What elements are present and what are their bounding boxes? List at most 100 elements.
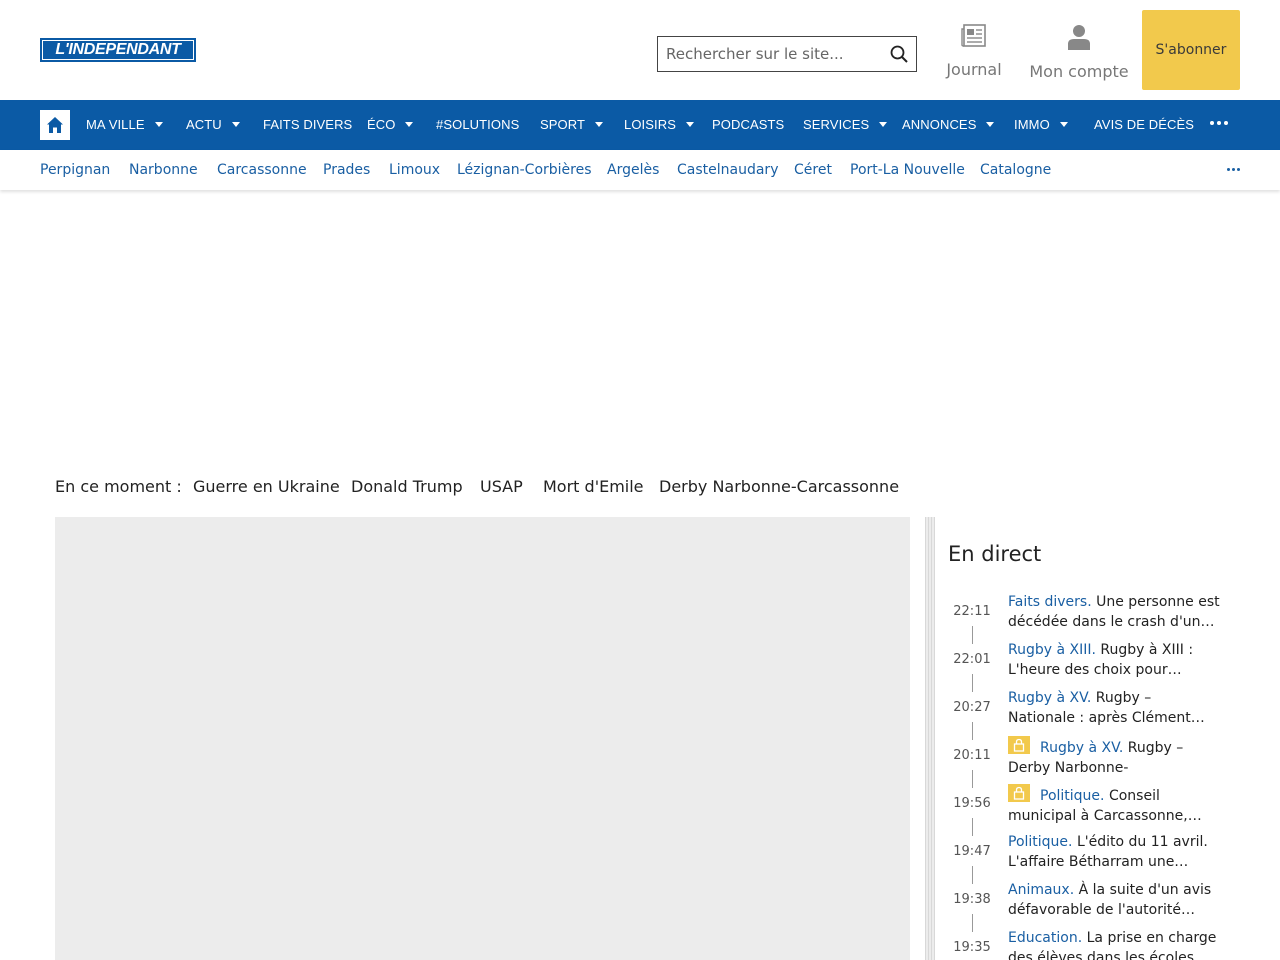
live-item-category[interactable]: Animaux. (1008, 882, 1074, 898)
live-item-category[interactable]: Rugby à XIII. (1008, 642, 1096, 658)
city-link[interactable]: Port-La Nouvelle (850, 150, 965, 190)
premium-lock-badge (1008, 736, 1030, 754)
live-item-body: Rugby à XV. Rugby – Derby Narbonne-Carca… (1008, 736, 1220, 776)
city-link[interactable]: Céret (794, 150, 832, 190)
caret-down-icon (154, 122, 163, 128)
sidebar-divider (925, 517, 935, 960)
nav-item-label: #SOLUTIONS (436, 117, 520, 132)
city-link[interactable]: Perpignan (40, 150, 110, 190)
city-bar: Perpignan Narbonne Carcassonne Prades Li… (0, 150, 1280, 190)
site-header: L'INDEPENDANT Journal Mon compte S'abonn… (0, 0, 1280, 100)
nav-item-label: ANNONCES (902, 117, 977, 132)
nav-item-solutions[interactable]: #SOLUTIONS (436, 100, 519, 150)
nav-item-label: SPORT (540, 117, 586, 132)
live-feed-item[interactable]: 19:35 Education. La prise en charge des é… (948, 928, 1228, 960)
live-item-time: 20:27 (953, 700, 991, 715)
journal-label: Journal (946, 60, 1002, 79)
caret-down-icon (595, 122, 604, 128)
live-item-category[interactable]: Education. (1008, 930, 1082, 946)
live-item-body: Politique. L'édito du 11 avril. L'affair… (1008, 832, 1220, 872)
site-logo[interactable]: L'INDEPENDANT (40, 38, 196, 62)
nav-item-immo[interactable]: IMMO (1014, 100, 1068, 150)
nav-item-label: MA VILLE (86, 117, 145, 132)
newspaper-icon (961, 24, 986, 47)
trending-topic[interactable]: Donald Trump (351, 477, 463, 499)
live-item-time: 19:56 (953, 796, 991, 811)
nav-item-services[interactable]: SERVICES (803, 100, 888, 150)
nav-item-label: IMMO (1014, 117, 1050, 132)
live-item-category[interactable]: Politique. (1040, 788, 1105, 804)
nav-item-ma-ville[interactable]: MA VILLE (86, 100, 163, 150)
search-box (657, 36, 917, 72)
caret-down-icon (986, 122, 995, 128)
caret-down-icon (231, 122, 240, 128)
live-item-time: 19:35 (953, 940, 991, 955)
caret-down-icon (1059, 122, 1068, 128)
home-icon (47, 117, 63, 133)
nav-item-label: SERVICES (803, 117, 870, 132)
more-menu-icon[interactable] (1210, 121, 1228, 127)
caret-down-icon (405, 122, 414, 128)
city-link[interactable]: Prades (323, 150, 370, 190)
nav-item-loisirs[interactable]: LOISIRS (624, 100, 694, 150)
nav-item-eco[interactable]: ÉCO (367, 100, 414, 150)
premium-lock-badge (1008, 784, 1030, 802)
city-link[interactable]: Lézignan-Corbières (457, 150, 592, 190)
live-item-category[interactable]: Politique. (1008, 834, 1073, 850)
nav-item-sport[interactable]: SPORT (540, 100, 604, 150)
nav-item-label: ACTU (186, 117, 222, 132)
trending-topic[interactable]: Mort d'Emile (543, 477, 644, 499)
nav-item-podcasts[interactable]: PODCASTS (712, 100, 784, 150)
live-item-time: 19:47 (953, 844, 991, 859)
caret-down-icon (879, 122, 888, 128)
live-item-body: Rugby à XV. Rugby – Nationale : après Cl… (1008, 688, 1220, 728)
city-link[interactable]: Carcassonne (217, 150, 307, 190)
live-item-category[interactable]: Rugby à XV. (1008, 690, 1091, 706)
trending-topic[interactable]: USAP (480, 477, 523, 499)
live-item-body: Faits divers. Une personne est décédée d… (1008, 592, 1220, 632)
live-item-body: Rugby à XIII. Rugby à XIII : L'heure des… (1008, 640, 1220, 680)
nav-item-label: FAITS DIVERS (263, 117, 353, 132)
main-featured-media[interactable] (55, 517, 910, 960)
live-item-category[interactable]: Faits divers. (1008, 594, 1092, 610)
account-label: Mon compte (1029, 62, 1129, 81)
nav-item-actu[interactable]: ACTU (186, 100, 240, 150)
live-feed-item[interactable]: 22:01 Rugby à XIII. Rugby à XIII : L'heur… (948, 640, 1228, 692)
live-item-body: Animaux. À la suite d'un avis défavorabl… (1008, 880, 1220, 920)
nav-item-label: ÉCO (367, 117, 396, 132)
lock-icon (1013, 738, 1025, 752)
journal-button[interactable]: Journal (940, 24, 1008, 79)
search-icon[interactable] (890, 45, 908, 63)
account-button[interactable]: Mon compte (1026, 24, 1132, 81)
caret-down-icon (686, 122, 694, 128)
nav-item-avis-de-deces[interactable]: AVIS DE DÉCÈS (1094, 100, 1194, 150)
trending-topic[interactable]: Derby Narbonne-Carcassonne (659, 477, 899, 499)
live-feed-item[interactable]: 22:11 Faits divers. Une personne est décé… (948, 592, 1228, 644)
city-link[interactable]: Castelnaudary (677, 150, 778, 190)
live-item-body: Education. La prise en charge des élèves… (1008, 928, 1220, 960)
nav-item-faits-divers[interactable]: FAITS DIVERS (263, 100, 352, 150)
nav-item-label: LOISIRS (624, 117, 676, 132)
live-feed-title: En direct (948, 542, 1042, 566)
live-item-time: 22:11 (953, 604, 991, 619)
home-button[interactable] (40, 110, 70, 140)
live-feed-item[interactable]: 19:38 Animaux. À la suite d'un avis défav… (948, 880, 1228, 932)
live-feed-item[interactable]: 19:56 Politique. Conseil municipal à Carc… (948, 784, 1228, 836)
more-cities-icon[interactable] (1227, 168, 1241, 172)
live-item-time: 20:11 (953, 748, 991, 763)
live-item-headline[interactable]: Conseil municipal à Carcassonne,… (1008, 788, 1202, 824)
live-feed-item[interactable]: 20:27 Rugby à XV. Rugby – Nationale : apr… (948, 688, 1228, 740)
live-item-time: 19:38 (953, 892, 991, 907)
subscribe-button[interactable]: S'abonner (1142, 10, 1240, 90)
city-link[interactable]: Argelès (607, 150, 659, 190)
nav-item-label: PODCASTS (712, 117, 785, 132)
trending-topic[interactable]: Guerre en Ukraine (193, 477, 340, 499)
live-feed-item[interactable]: 20:11 Rugby à XV. Rugby – Derby Narbonne-… (948, 736, 1228, 788)
city-link[interactable]: Catalogne (980, 150, 1051, 190)
city-link[interactable]: Limoux (389, 150, 440, 190)
nav-item-annonces[interactable]: ANNONCES (902, 100, 995, 150)
live-feed-item[interactable]: 19:47 Politique. L'édito du 11 avril. L'a… (948, 832, 1228, 884)
live-item-category[interactable]: Rugby à XV. (1040, 740, 1123, 756)
search-input[interactable] (658, 37, 880, 71)
city-link[interactable]: Narbonne (129, 150, 198, 190)
